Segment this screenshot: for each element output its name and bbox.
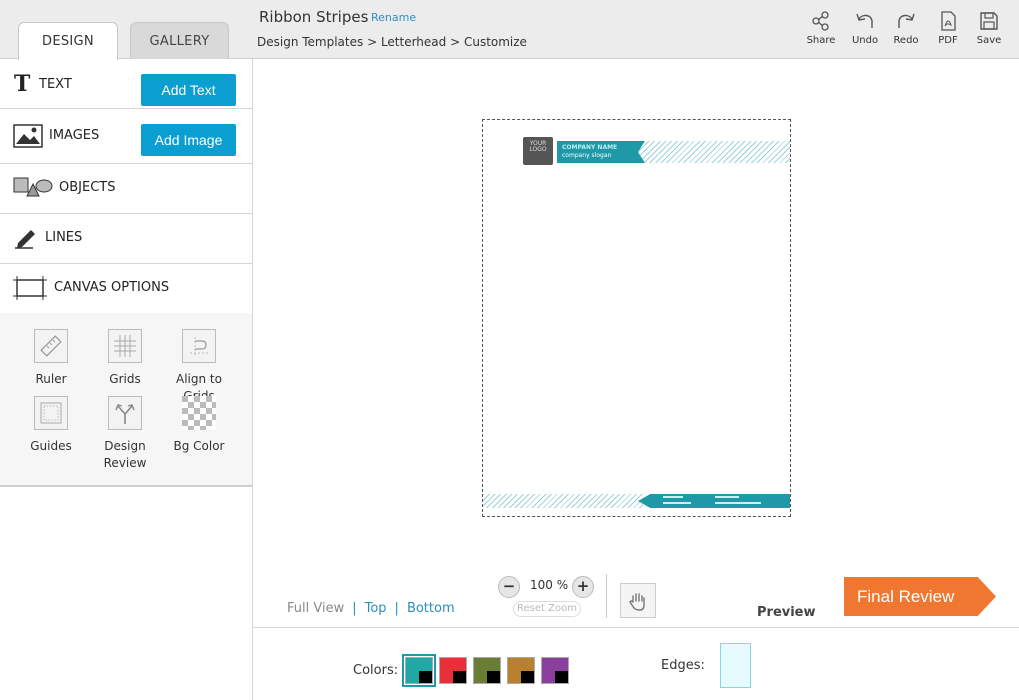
sidebar-item-label: CANVAS OPTIONS	[54, 280, 170, 295]
transparent-checker-icon	[182, 396, 216, 430]
save-label: Save	[976, 35, 1002, 46]
tab-gallery[interactable]: GALLERY	[130, 22, 229, 59]
ruler-icon	[40, 335, 62, 357]
pencil-icon	[15, 230, 35, 249]
pdf-label: PDF	[938, 35, 958, 46]
sidebar: T TEXT Add Text IMAGES Add Image OBJECTS…	[0, 59, 253, 700]
tab-design[interactable]: DESIGN	[18, 22, 118, 60]
color-swatch-purple[interactable]	[541, 657, 569, 684]
align-grid-icon	[190, 337, 208, 355]
shapes-icon	[13, 177, 53, 197]
svg-text:T: T	[14, 72, 31, 94]
bottom-stripes[interactable]	[483, 494, 643, 508]
preview-label: Preview	[757, 605, 816, 620]
ruler-tool[interactable]: Ruler	[11, 329, 91, 388]
canvas-icon	[13, 276, 47, 300]
footer-website-line[interactable]	[715, 502, 761, 504]
sidebar-item-lines[interactable]: LINES	[0, 214, 252, 264]
share-label: Share	[806, 35, 836, 46]
footer-address-line[interactable]	[663, 496, 683, 498]
save-button[interactable]: Save	[969, 10, 1009, 46]
reset-zoom-button[interactable]: Reset Zoom	[513, 601, 581, 617]
tool-label: Guides	[30, 439, 72, 453]
zoom-out-button[interactable]: −	[498, 576, 520, 598]
bg-color-tool[interactable]: Bg Color	[159, 396, 239, 455]
letterhead-canvas[interactable]: COMPANY NAME company slogan YOUR LOGO	[482, 119, 791, 517]
undo-button[interactable]: Undo	[845, 10, 885, 46]
edge-option[interactable]	[720, 643, 751, 688]
view-links: Full View | Top | Bottom	[287, 601, 455, 616]
zoom-in-button[interactable]: +	[572, 576, 594, 598]
pan-tool-button[interactable]	[620, 583, 656, 618]
top-view-link[interactable]: Top	[365, 601, 387, 616]
sidebar-item-images[interactable]: IMAGES Add Image	[0, 114, 252, 164]
rename-link[interactable]: Rename	[371, 11, 416, 24]
share-icon	[812, 11, 829, 31]
bottom-view-link[interactable]: Bottom	[407, 601, 455, 616]
color-swatch-teal[interactable]	[402, 654, 436, 687]
top-bar: DESIGN GALLERY Ribbon Stripes Rename Des…	[0, 0, 1019, 60]
separator: |	[352, 601, 357, 616]
sidebar-item-label: LINES	[45, 230, 83, 245]
align-to-grids-tool[interactable]: Align to Grids	[159, 329, 239, 405]
divider	[606, 574, 607, 618]
text-icon: T	[14, 72, 31, 94]
logo-placeholder[interactable]: YOUR LOGO	[523, 137, 553, 165]
tool-label: Grids	[109, 372, 141, 386]
company-slogan-text[interactable]: company slogan	[562, 152, 611, 159]
top-stripes[interactable]	[637, 141, 790, 163]
separator: |	[394, 601, 399, 616]
pdf-icon	[941, 11, 956, 31]
color-swatch-olive[interactable]	[473, 657, 501, 684]
canvas-options-panel: Ruler Grids Align to Grids	[0, 313, 252, 487]
full-view-link[interactable]: Full View	[287, 601, 344, 616]
save-icon	[980, 12, 998, 30]
pdf-button[interactable]: PDF	[928, 10, 968, 46]
undo-icon	[856, 13, 873, 28]
color-swatch-gold[interactable]	[507, 657, 535, 684]
redo-button[interactable]: Redo	[886, 10, 926, 46]
undo-label: Undo	[851, 35, 879, 46]
sidebar-item-label: IMAGES	[49, 128, 100, 143]
tool-label: Design Review	[103, 439, 147, 470]
color-swatch-red[interactable]	[439, 657, 467, 684]
tool-label: Bg Color	[173, 439, 225, 453]
redo-icon	[898, 13, 915, 28]
company-name-text[interactable]: COMPANY NAME	[562, 144, 617, 151]
guides-icon	[40, 402, 62, 424]
sidebar-item-objects[interactable]: OBJECTS	[0, 164, 252, 214]
design-review-tool[interactable]: Design Review	[85, 396, 165, 472]
tool-label: Ruler	[35, 372, 67, 386]
grids-tool[interactable]: Grids	[85, 329, 165, 388]
edges-label: Edges:	[661, 658, 705, 673]
footer-phone-line[interactable]	[715, 496, 739, 498]
hand-icon	[629, 592, 645, 611]
sidebar-item-canvas-options[interactable]: CANVAS OPTIONS	[0, 264, 252, 314]
share-button[interactable]: Share	[801, 10, 841, 46]
final-review-button[interactable]: Final Review	[844, 577, 996, 616]
redo-label: Redo	[893, 35, 919, 46]
add-text-button[interactable]: Add Text	[141, 74, 236, 106]
image-icon	[13, 124, 43, 148]
guides-tool[interactable]: Guides	[11, 396, 91, 455]
sidebar-item-text[interactable]: T TEXT Add Text	[0, 59, 252, 109]
design-review-icon	[115, 404, 135, 424]
colors-label: Colors:	[353, 663, 399, 678]
add-image-button[interactable]: Add Image	[141, 124, 236, 156]
footer-city-line[interactable]	[663, 502, 691, 504]
zoom-level: 100 %	[530, 578, 569, 592]
grid-icon	[114, 335, 136, 357]
document-title: Ribbon Stripes	[259, 8, 369, 26]
sidebar-item-label: OBJECTS	[59, 180, 116, 195]
sidebar-item-label: TEXT	[39, 77, 72, 92]
breadcrumb[interactable]: Design Templates > Letterhead > Customiz…	[257, 35, 527, 49]
